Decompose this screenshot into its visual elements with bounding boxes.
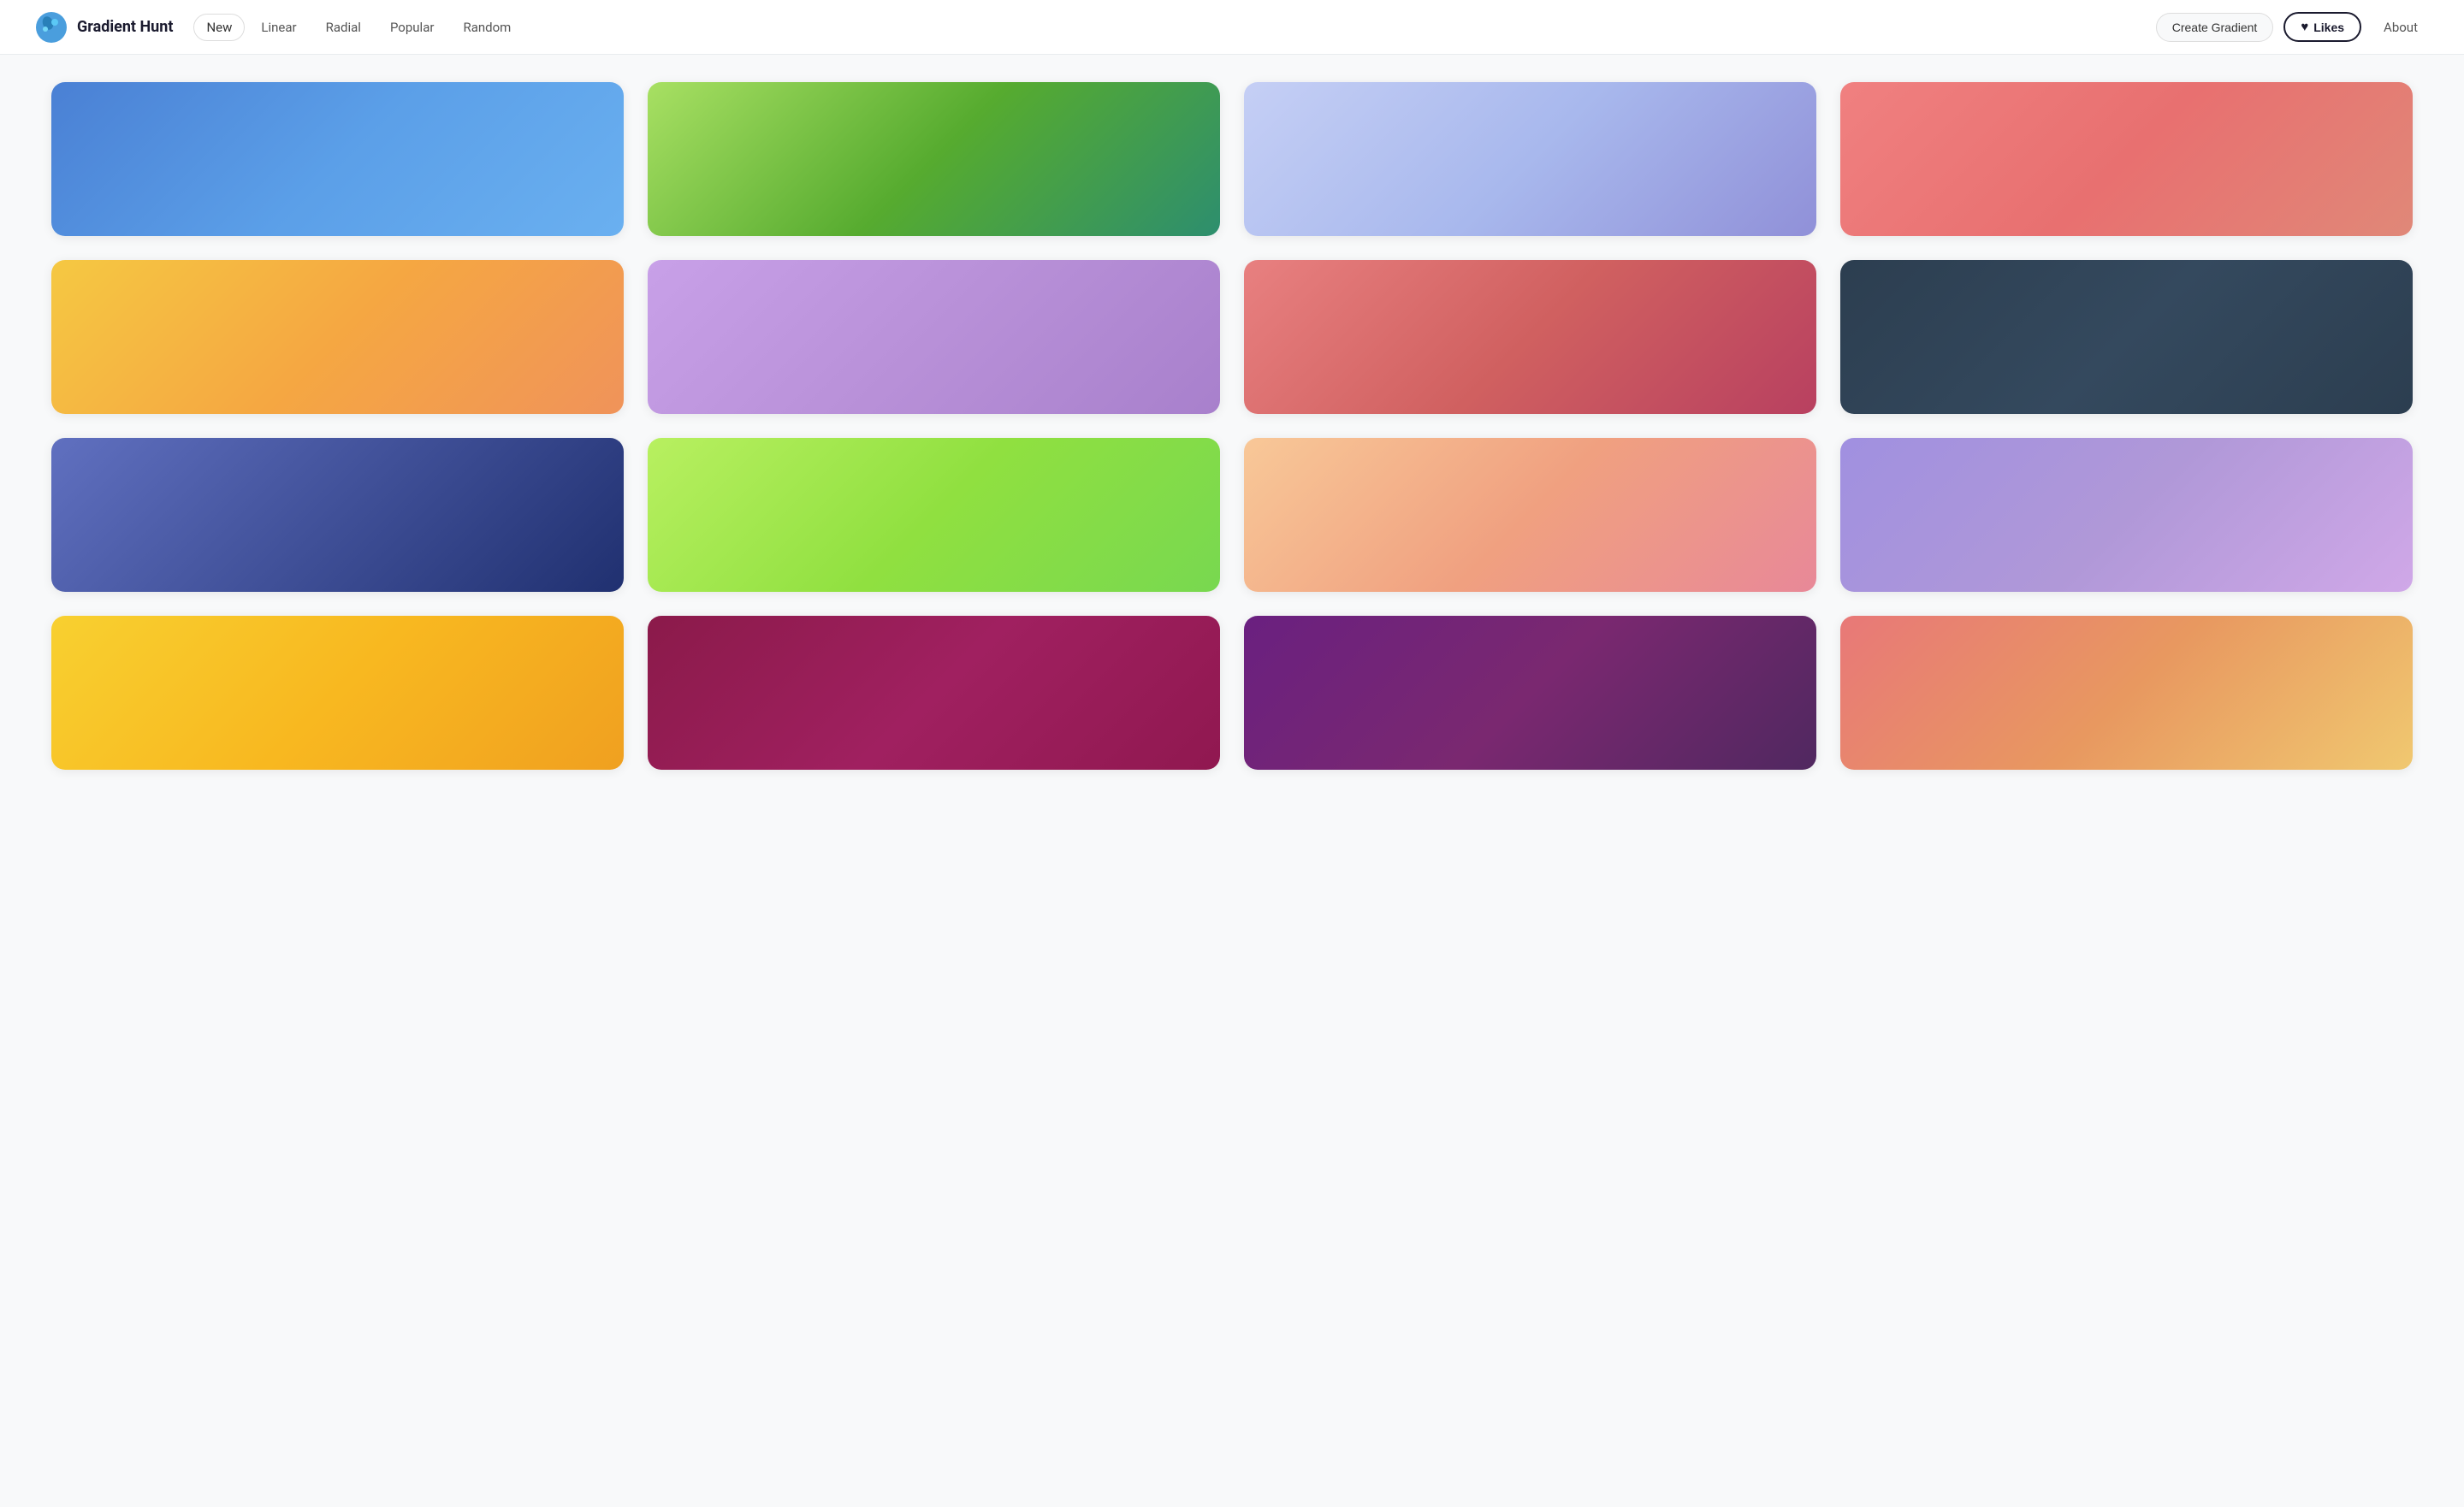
gradient-preview bbox=[648, 438, 1220, 592]
gradient-card[interactable] bbox=[648, 616, 1220, 770]
gradient-card[interactable] bbox=[51, 82, 624, 236]
gradient-preview bbox=[1840, 616, 2413, 770]
gradient-preview bbox=[1244, 438, 1816, 592]
gradient-card[interactable] bbox=[648, 260, 1220, 414]
gradient-preview bbox=[51, 438, 624, 592]
site-header: Gradient Hunt New Linear Radial Popular … bbox=[0, 0, 2464, 55]
gradient-preview bbox=[648, 616, 1220, 770]
gradient-card[interactable] bbox=[1840, 438, 2413, 592]
gradient-card[interactable] bbox=[51, 438, 624, 592]
gradient-preview bbox=[51, 82, 624, 236]
logo-link[interactable]: Gradient Hunt bbox=[34, 10, 173, 44]
likes-label: Likes bbox=[2313, 21, 2344, 34]
create-gradient-button[interactable]: Create Gradient bbox=[2156, 13, 2274, 42]
gradient-card[interactable] bbox=[51, 260, 624, 414]
gradient-card[interactable] bbox=[1244, 438, 1816, 592]
gradient-card[interactable] bbox=[1840, 616, 2413, 770]
logo-icon bbox=[34, 10, 68, 44]
gradient-preview bbox=[1244, 82, 1816, 236]
about-link[interactable]: About bbox=[2372, 15, 2430, 40]
nav-random[interactable]: Random bbox=[450, 14, 524, 41]
heart-icon: ♥ bbox=[2301, 20, 2308, 34]
nav-linear[interactable]: Linear bbox=[248, 14, 309, 41]
main-nav: New Linear Radial Popular Random bbox=[193, 14, 524, 41]
logo-text: Gradient Hunt bbox=[77, 18, 173, 36]
nav-radial[interactable]: Radial bbox=[313, 14, 374, 41]
gradient-preview bbox=[1244, 616, 1816, 770]
main-content bbox=[0, 55, 2464, 797]
gradient-preview bbox=[1840, 438, 2413, 592]
nav-new[interactable]: New bbox=[193, 14, 245, 41]
gradient-card[interactable] bbox=[1244, 82, 1816, 236]
likes-button[interactable]: ♥ Likes bbox=[2283, 12, 2361, 42]
nav-popular[interactable]: Popular bbox=[377, 14, 447, 41]
gradient-card[interactable] bbox=[648, 438, 1220, 592]
gradient-preview bbox=[1840, 260, 2413, 414]
gradient-preview bbox=[648, 82, 1220, 236]
gradient-preview bbox=[1840, 82, 2413, 236]
gradient-card[interactable] bbox=[648, 82, 1220, 236]
gradient-preview bbox=[51, 616, 624, 770]
header-left: Gradient Hunt New Linear Radial Popular … bbox=[34, 10, 524, 44]
gradient-preview bbox=[648, 260, 1220, 414]
gradient-card[interactable] bbox=[51, 616, 624, 770]
gradient-card[interactable] bbox=[1840, 82, 2413, 236]
gradient-preview bbox=[51, 260, 624, 414]
gradient-card[interactable] bbox=[1840, 260, 2413, 414]
gradient-card[interactable] bbox=[1244, 616, 1816, 770]
gradient-card[interactable] bbox=[1244, 260, 1816, 414]
gradient-grid bbox=[51, 82, 2413, 770]
header-right: Create Gradient ♥ Likes About bbox=[2156, 12, 2430, 42]
gradient-preview bbox=[1244, 260, 1816, 414]
